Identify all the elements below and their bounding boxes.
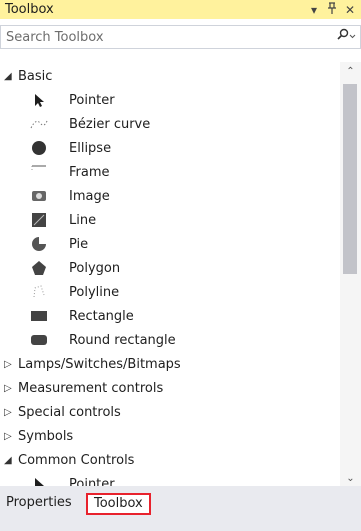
expanded-triangle-icon[interactable]: ◢ <box>4 71 16 82</box>
tab-toolbox[interactable]: Toolbox <box>86 493 151 515</box>
group-label: Symbols <box>18 428 74 444</box>
round-rectangle-icon <box>30 331 48 349</box>
group-common[interactable]: ◢ Common Controls <box>0 448 340 472</box>
list-item-line[interactable]: Line <box>0 208 340 232</box>
item-label: Bézier curve <box>69 116 151 132</box>
list-item-bezier-curve[interactable]: Bézier curve <box>0 112 340 136</box>
scrollbar-thumb[interactable] <box>343 84 357 274</box>
item-label: Frame <box>69 164 110 180</box>
search-box[interactable]: Search Toolbox <box>0 25 361 49</box>
image-icon <box>30 187 48 205</box>
item-label: Round rectangle <box>69 332 176 348</box>
search-input[interactable]: Search Toolbox <box>1 30 336 45</box>
ellipse-icon <box>30 139 48 157</box>
list-item-round-rectangle[interactable]: Round rectangle <box>0 328 340 352</box>
collapsed-triangle-icon[interactable]: ▷ <box>4 383 16 394</box>
pointer-icon <box>30 91 48 109</box>
group-label: Lamps/Switches/Bitmaps <box>18 356 181 372</box>
line-icon <box>30 211 48 229</box>
list-item-polygon[interactable]: Polygon <box>0 256 340 280</box>
group-label: Basic <box>18 68 53 84</box>
pin-icon[interactable] <box>325 2 339 17</box>
toolbox-list: ◢ Basic Pointer Bézier curve Ellipse Fra… <box>0 62 340 492</box>
item-label: Line <box>69 212 97 228</box>
item-label: Polyline <box>69 284 120 300</box>
group-lamps[interactable]: ▷ Lamps/Switches/Bitmaps <box>0 352 340 376</box>
list-item-pie[interactable]: Pie <box>0 232 340 256</box>
group-special[interactable]: ▷ Special controls <box>0 400 340 424</box>
group-symbols[interactable]: ▷ Symbols <box>0 424 340 448</box>
toolbox-titlebar: Toolbox ▾ ✕ <box>0 0 361 19</box>
item-label: Rectangle <box>69 308 134 324</box>
group-label: Measurement controls <box>18 380 164 396</box>
rectangle-icon <box>30 307 48 325</box>
group-label: Special controls <box>18 404 121 420</box>
bezier-curve-icon <box>30 115 48 133</box>
item-label: Pie <box>69 236 89 252</box>
list-item-frame[interactable]: Frame <box>0 160 340 184</box>
scroll-up-icon[interactable]: ⌃ <box>340 66 361 77</box>
vertical-scrollbar[interactable]: ⌃ ⌄ <box>340 62 361 486</box>
item-label: Pointer <box>69 92 115 108</box>
scroll-down-icon[interactable]: ⌄ <box>340 473 361 484</box>
item-label: Polygon <box>69 260 121 276</box>
group-label: Common Controls <box>18 452 135 468</box>
list-item-polyline[interactable]: Polyline <box>0 280 340 304</box>
collapsed-triangle-icon[interactable]: ▷ <box>4 431 16 442</box>
group-basic[interactable]: ◢ Basic <box>0 64 340 88</box>
list-item-pointer[interactable]: Pointer <box>0 88 340 112</box>
item-label: Ellipse <box>69 140 112 156</box>
dropdown-icon[interactable]: ▾ <box>307 3 321 17</box>
collapsed-triangle-icon[interactable]: ▷ <box>4 407 16 418</box>
item-label: Image <box>69 188 110 204</box>
window-title: Toolbox <box>5 2 54 17</box>
polygon-icon <box>30 259 48 277</box>
list-item-ellipse[interactable]: Ellipse <box>0 136 340 160</box>
search-icon[interactable] <box>336 28 360 46</box>
expanded-triangle-icon[interactable]: ◢ <box>4 455 16 466</box>
tab-properties[interactable]: Properties <box>6 495 72 510</box>
polyline-icon <box>30 283 48 301</box>
pie-icon <box>30 235 48 253</box>
list-item-image[interactable]: Image <box>0 184 340 208</box>
close-icon[interactable]: ✕ <box>343 3 357 17</box>
frame-icon <box>30 163 48 181</box>
list-item-rectangle[interactable]: Rectangle <box>0 304 340 328</box>
group-measurement[interactable]: ▷ Measurement controls <box>0 376 340 400</box>
collapsed-triangle-icon[interactable]: ▷ <box>4 359 16 370</box>
